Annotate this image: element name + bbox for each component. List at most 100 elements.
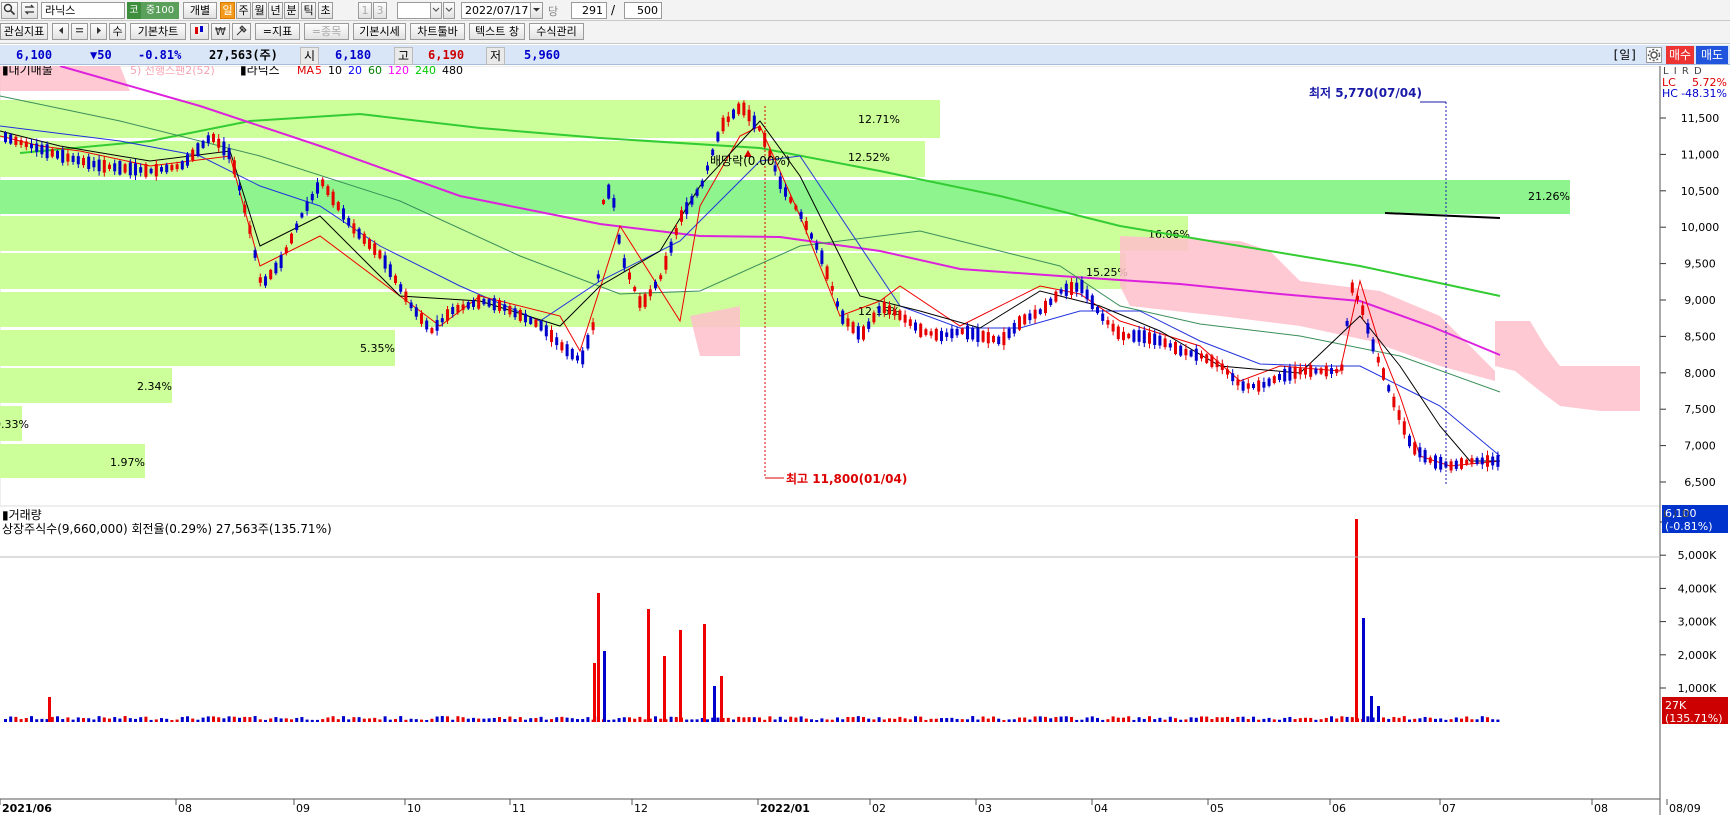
count-total-field[interactable]: 500 xyxy=(624,2,662,19)
volume-bar xyxy=(576,719,579,722)
refresh-icon[interactable] xyxy=(21,2,38,19)
formula-manage-button[interactable]: 수식관리 xyxy=(529,23,584,40)
volume-bar xyxy=(1288,716,1292,722)
candle-body xyxy=(581,350,585,365)
price-axis-label: 6,500 xyxy=(1684,476,1716,489)
open-price: 6,180 xyxy=(335,48,372,62)
candle-body xyxy=(1267,378,1271,386)
volume-bar xyxy=(617,718,621,722)
candle-body xyxy=(128,162,132,176)
chevron-down-icon[interactable] xyxy=(443,2,455,19)
candle-body xyxy=(955,328,959,336)
volume-bar xyxy=(40,718,44,722)
candle-body xyxy=(908,319,912,326)
candle-body xyxy=(945,332,949,337)
candle-body xyxy=(82,157,85,166)
indicator-button[interactable]: 관심지표 xyxy=(0,23,48,40)
volume-bar xyxy=(472,717,475,722)
chart-toolbar-button[interactable]: 차트툴바 xyxy=(410,23,465,40)
chart-area[interactable]: 12.71%12.52%21.26%16.06%15.25%12.16%5.35… xyxy=(0,63,1730,815)
volume-bar xyxy=(784,719,787,722)
volume-spike-bar xyxy=(603,651,606,722)
volume-bar xyxy=(534,718,538,722)
volume-bar xyxy=(373,717,377,722)
candle-body xyxy=(310,193,314,201)
volume-bar xyxy=(76,717,80,722)
add-item-button[interactable]: =종목 xyxy=(304,23,349,40)
period-0-button[interactable]: 일 xyxy=(220,2,235,19)
period-4-button[interactable]: 분 xyxy=(284,2,299,19)
candle-body xyxy=(971,328,975,340)
stock-chart-svg[interactable]: 12.71%12.52%21.26%16.06%15.25%12.16%5.35… xyxy=(0,63,1730,815)
volume-bar xyxy=(1174,718,1177,722)
volume-bar xyxy=(165,718,169,722)
candle-body xyxy=(472,300,475,307)
basic-chart-button[interactable]: 기본차트 xyxy=(130,23,186,40)
candle-body xyxy=(1262,381,1266,388)
candle-body xyxy=(108,164,111,169)
candle-body xyxy=(420,313,423,324)
individual-button[interactable]: 개별 xyxy=(183,2,217,19)
low-label: 저 xyxy=(486,47,506,65)
period-1-button[interactable]: 1 xyxy=(358,2,372,19)
volume-bar xyxy=(810,719,813,722)
date-dropdown[interactable] xyxy=(530,2,543,19)
next-icon[interactable] xyxy=(90,23,107,40)
candle-body xyxy=(326,186,330,196)
buy-button[interactable]: 매수 xyxy=(1666,46,1694,64)
period-3-button[interactable]: 3 xyxy=(373,2,387,19)
prev-icon[interactable] xyxy=(52,23,69,40)
candle-body xyxy=(1054,291,1058,302)
text-window-button[interactable]: 텍스트 창 xyxy=(469,23,525,40)
volume-bar xyxy=(1184,719,1188,722)
period-3-button[interactable]: 년 xyxy=(268,2,283,19)
tool-icon[interactable] xyxy=(232,23,251,40)
currency-icon[interactable]: ₩ xyxy=(211,23,230,40)
candle-body xyxy=(1356,295,1359,301)
volume-bar xyxy=(316,719,319,722)
search-icon[interactable] xyxy=(1,2,18,19)
volume-bar xyxy=(1418,718,1422,722)
sell-button[interactable]: 매도 xyxy=(1696,46,1728,64)
candle-body xyxy=(1007,328,1011,339)
volume-profile-band xyxy=(0,100,940,138)
x-axis-label: 08 xyxy=(1594,802,1608,815)
volume-bar xyxy=(799,716,803,722)
add-indicator-button[interactable]: =지표 xyxy=(255,23,300,40)
candle-body xyxy=(1428,457,1432,463)
volume-bar xyxy=(1096,717,1099,722)
period-5-button[interactable]: 틱 xyxy=(301,2,316,19)
candle-body xyxy=(446,309,449,321)
x-axis-label: 2021/06 xyxy=(2,802,52,815)
period-2-button[interactable]: 월 xyxy=(252,2,267,19)
volume-bar xyxy=(685,719,689,722)
volume-spike-bar xyxy=(703,624,706,722)
x-axis-label: 08 xyxy=(178,802,192,815)
volume-bar xyxy=(1335,718,1339,722)
listed-shares-info: 상장주식수(9,660,000) 회전율(0.29%) 27,563주(135.… xyxy=(2,522,332,536)
candle-body xyxy=(217,138,221,148)
candle-type-icon[interactable] xyxy=(190,23,209,40)
count-current-field[interactable]: 291 xyxy=(571,2,607,19)
candle-body xyxy=(1002,332,1006,346)
period-count-dropdown[interactable] xyxy=(430,2,442,19)
stock-name-field[interactable]: 라닉스 xyxy=(41,2,125,19)
price-axis-label: 9,000 xyxy=(1684,294,1716,307)
volume-bar xyxy=(773,719,777,722)
menu-icon[interactable] xyxy=(71,23,88,40)
candle-body xyxy=(1361,305,1365,315)
volume-bar xyxy=(180,716,184,722)
current-price-flag-change: (-0.81%) xyxy=(1665,520,1713,533)
basic-quote-button[interactable]: 기본시세 xyxy=(353,23,406,40)
high-annotation: 최고 11,800(01/04) xyxy=(786,471,907,486)
su-button[interactable]: 수 xyxy=(109,23,126,40)
volume-bar xyxy=(841,719,845,722)
candle-body xyxy=(1283,368,1287,382)
candle-body xyxy=(794,205,798,210)
settings-icon[interactable] xyxy=(1646,47,1662,63)
period-1-button[interactable]: 주 xyxy=(236,2,251,19)
volume-bar xyxy=(862,716,865,722)
period-6-button[interactable]: 초 xyxy=(318,2,333,19)
volume-bar xyxy=(1163,719,1167,722)
current-volume-value: 27K xyxy=(1665,699,1687,712)
